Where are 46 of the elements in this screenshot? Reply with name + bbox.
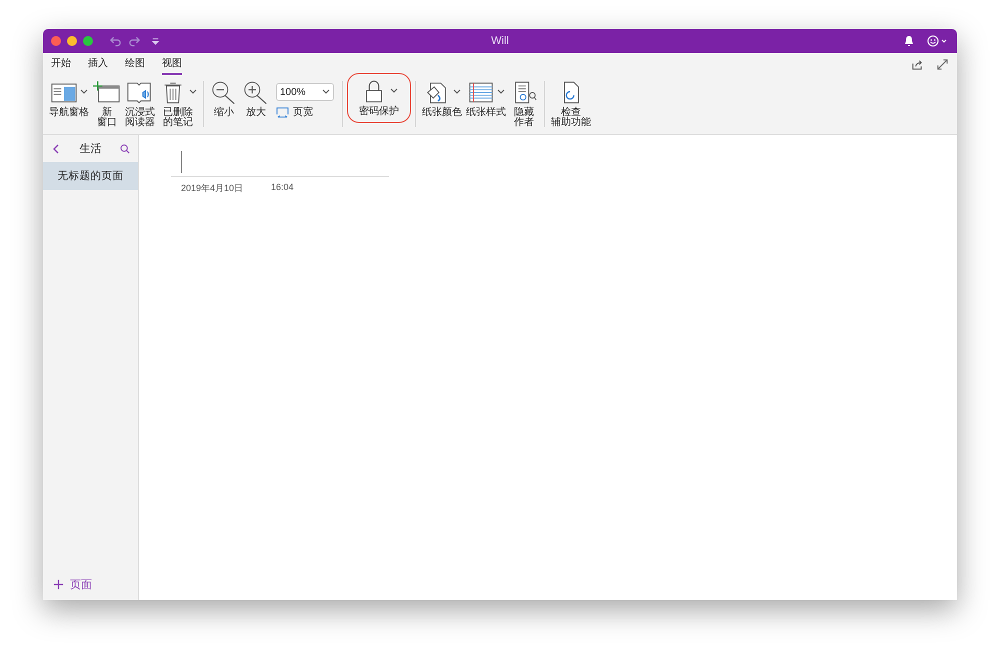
zoom-value: 100% — [280, 86, 306, 98]
back-icon[interactable] — [51, 142, 61, 154]
caret-icon[interactable] — [189, 89, 197, 95]
window-title: Will — [490, 35, 510, 47]
plus-icon — [53, 579, 64, 590]
accessibility-button[interactable]: 检查 辅助功能 — [549, 77, 593, 129]
ribbon-tab[interactable]: 插入 — [88, 54, 108, 74]
paper-color-button[interactable]: 纸张颜色 — [420, 77, 464, 119]
redo-icon[interactable] — [128, 35, 141, 47]
navigation-pane-button[interactable]: 导航窗格 — [47, 77, 91, 119]
notebook-title: 生活 — [80, 142, 102, 156]
expand-icon[interactable] — [936, 58, 949, 70]
page-time: 16:04 — [271, 182, 294, 194]
text-cursor — [181, 151, 182, 173]
lined-paper-icon — [467, 80, 495, 104]
page-width-button[interactable]: 页宽 — [276, 105, 334, 119]
caret-icon[interactable] — [322, 89, 330, 95]
bell-icon[interactable] — [903, 35, 915, 47]
caret-icon[interactable] — [497, 89, 505, 95]
close-button[interactable] — [51, 36, 61, 46]
customize-icon[interactable] — [151, 36, 160, 46]
zoom-in-button[interactable]: 放大 — [240, 77, 272, 119]
reader-button[interactable]: 沉浸式 阅读器 — [123, 77, 157, 129]
smiley-icon[interactable] — [927, 35, 949, 47]
caret-icon[interactable] — [453, 89, 461, 95]
page-item[interactable]: 无标题的页面 — [43, 162, 138, 190]
paper-style-button[interactable]: 纸张样式 — [464, 77, 508, 119]
ribbon-tab[interactable]: 开始 — [51, 54, 71, 74]
caret-icon[interactable] — [80, 89, 88, 95]
minimize-button[interactable] — [67, 36, 77, 46]
password-button[interactable]: 密码保护 — [347, 73, 411, 123]
page-width-icon — [276, 106, 289, 118]
deleted-notes-button[interactable]: 已删除 的笔记 — [157, 77, 199, 129]
search-icon[interactable] — [120, 142, 130, 154]
add-page-button[interactable]: 页面 — [43, 577, 138, 600]
page-date: 2019年4月10日 — [181, 182, 244, 195]
zoom-dropdown[interactable]: 100% — [276, 83, 334, 101]
hide-authors-button[interactable]: 隐藏 作者 — [508, 77, 540, 129]
caret-icon[interactable] — [390, 88, 398, 94]
zoom-button[interactable] — [83, 36, 93, 46]
new-window-button[interactable]: 新 窗口 — [91, 77, 123, 129]
window-icon — [93, 80, 121, 104]
zoom-out-button[interactable]: 缩小 — [208, 77, 240, 119]
share-icon[interactable] — [911, 58, 924, 70]
undo-icon[interactable] — [109, 35, 122, 47]
ribbon-tab[interactable]: 绘图 — [125, 54, 145, 74]
